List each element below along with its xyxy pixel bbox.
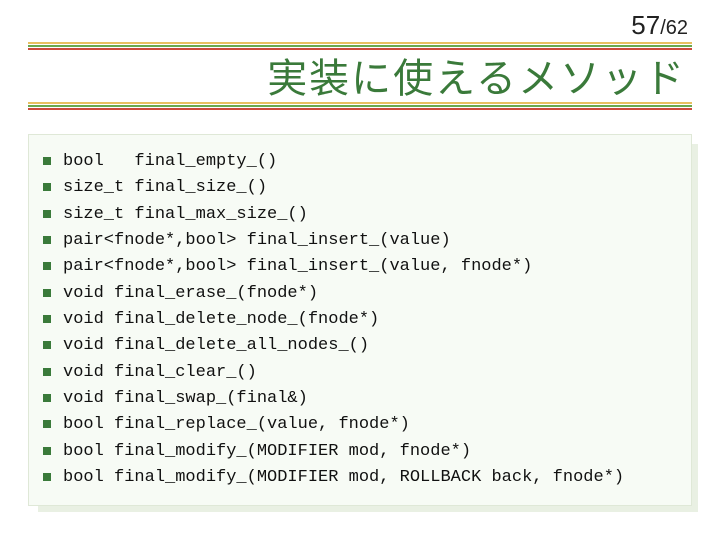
slide: 57/62 実装に使えるメソッド bool final_empty_() siz… (0, 0, 720, 540)
method-signature: void final_swap_(final&) (63, 386, 308, 412)
bullet-icon (43, 420, 51, 428)
list-item: pair<fnode*,bool> final_insert_(value) (43, 228, 673, 254)
page-current: 57 (631, 10, 660, 40)
list-item: bool final_modify_(MODIFIER mod, ROLLBAC… (43, 465, 673, 491)
list-item: size_t final_max_size_() (43, 202, 673, 228)
bullet-icon (43, 368, 51, 376)
list-item: bool final_modify_(MODIFIER mod, fnode*) (43, 439, 673, 465)
bullet-icon (43, 289, 51, 297)
method-signature: pair<fnode*,bool> final_insert_(value, f… (63, 254, 532, 280)
page-counter: 57/62 (631, 10, 688, 41)
rule-green (28, 105, 692, 107)
method-signature: bool final_replace_(value, fnode*) (63, 412, 410, 438)
title-block: 実装に使えるメソッド (28, 42, 692, 112)
rule-red (28, 108, 692, 110)
method-signature: void final_erase_(fnode*) (63, 281, 318, 307)
method-signature: pair<fnode*,bool> final_insert_(value) (63, 228, 451, 254)
bullet-icon (43, 210, 51, 218)
rule-yellow (28, 42, 692, 44)
bullet-icon (43, 157, 51, 165)
bullet-icon (43, 236, 51, 244)
content-box: bool final_empty_() size_t final_size_()… (28, 134, 692, 506)
method-list: bool final_empty_() size_t final_size_()… (43, 149, 673, 491)
method-list-panel: bool final_empty_() size_t final_size_()… (28, 134, 692, 506)
list-item: void final_clear_() (43, 360, 673, 386)
method-signature: size_t final_size_() (63, 175, 267, 201)
method-signature: void final_delete_all_nodes_() (63, 333, 369, 359)
method-signature: size_t final_max_size_() (63, 202, 308, 228)
method-signature: void final_delete_node_(fnode*) (63, 307, 379, 333)
bullet-icon (43, 473, 51, 481)
bullet-icon (43, 262, 51, 270)
list-item: void final_delete_node_(fnode*) (43, 307, 673, 333)
list-item: void final_swap_(final&) (43, 386, 673, 412)
slide-title: 実装に使えるメソッド (28, 46, 692, 104)
method-signature: bool final_modify_(MODIFIER mod, fnode*) (63, 439, 471, 465)
bullet-icon (43, 315, 51, 323)
bullet-icon (43, 394, 51, 402)
method-signature: void final_clear_() (63, 360, 257, 386)
list-item: void final_delete_all_nodes_() (43, 333, 673, 359)
list-item: pair<fnode*,bool> final_insert_(value, f… (43, 254, 673, 280)
page-total: 62 (666, 17, 688, 39)
method-signature: bool final_empty_() (63, 149, 277, 175)
bullet-icon (43, 183, 51, 191)
bullet-icon (43, 447, 51, 455)
list-item: void final_erase_(fnode*) (43, 281, 673, 307)
list-item: size_t final_size_() (43, 175, 673, 201)
list-item: bool final_empty_() (43, 149, 673, 175)
method-signature: bool final_modify_(MODIFIER mod, ROLLBAC… (63, 465, 624, 491)
bullet-icon (43, 341, 51, 349)
list-item: bool final_replace_(value, fnode*) (43, 412, 673, 438)
